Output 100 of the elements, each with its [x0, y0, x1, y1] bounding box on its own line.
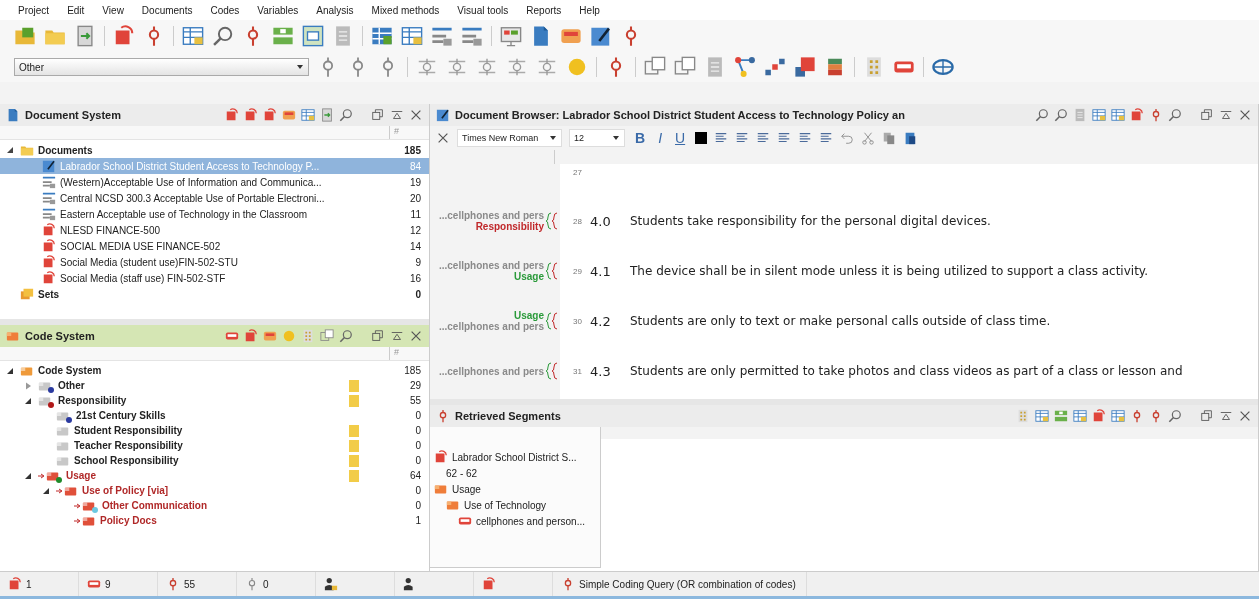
code-dropdown[interactable]: Other: [14, 58, 309, 76]
table-icon[interactable]: [1111, 409, 1125, 423]
list-icon[interactable]: [431, 25, 453, 47]
table-icon[interactable]: [301, 108, 315, 122]
tree-row[interactable]: Teacher Responsibility 0: [0, 438, 429, 453]
pin-icon[interactable]: [1219, 409, 1233, 423]
menu-item[interactable]: Analysis: [312, 4, 368, 16]
tree-row[interactable]: Central NCSD 300.3 Acceptable Use of Portable Electroni... 20: [0, 190, 429, 206]
search-icon[interactable]: [339, 329, 353, 343]
search-icon[interactable]: [339, 108, 353, 122]
expander-icon[interactable]: [6, 146, 14, 154]
align-icon[interactable]: [819, 131, 834, 145]
table-icon[interactable]: [1035, 409, 1049, 423]
menu-item[interactable]: Variables: [253, 4, 313, 16]
document-icon[interactable]: [1092, 409, 1106, 423]
edit-icon[interactable]: [590, 25, 612, 47]
tree-row[interactable]: Sets 0: [0, 286, 429, 302]
segment-label[interactable]: cellphones and person...: [476, 515, 585, 527]
coding-stripe-icon[interactable]: [546, 312, 560, 330]
segment-label[interactable]: Labrador School District S...: [452, 451, 577, 463]
code-label[interactable]: Responsibility: [475, 221, 544, 232]
table-icon[interactable]: [1073, 409, 1087, 423]
document-icon[interactable]: [244, 329, 258, 343]
table-icon[interactable]: [1111, 108, 1125, 122]
tree-row[interactable]: Code System 185: [0, 363, 429, 378]
globe-icon[interactable]: [932, 56, 954, 78]
tree-row[interactable]: Social Media (student use)FIN-502-STU 9: [0, 254, 429, 270]
close-icon[interactable]: [1238, 409, 1252, 423]
undo-icon[interactable]: [840, 131, 855, 145]
menu-item[interactable]: Help: [575, 4, 614, 16]
restore-icon[interactable]: [371, 329, 385, 343]
boxes-icon[interactable]: [644, 56, 666, 78]
import-icon[interactable]: [74, 25, 96, 47]
segment-label[interactable]: 62 - 62: [446, 467, 478, 479]
tree-row[interactable]: Social Media (staff use) FIN-502-STF 16: [0, 270, 429, 286]
tree-row[interactable]: Responsibility 55: [0, 393, 429, 408]
search-icon[interactable]: [1168, 409, 1182, 423]
menu-item[interactable]: Mixed methods: [367, 4, 454, 16]
list-icon[interactable]: [461, 25, 483, 47]
boxes-icon[interactable]: [674, 56, 696, 78]
import-icon[interactable]: [320, 108, 334, 122]
menu-item[interactable]: Codes: [206, 4, 254, 16]
search-icon[interactable]: [1035, 108, 1049, 122]
folder-plus-icon[interactable]: [14, 25, 36, 47]
tree-row[interactable]: 21st Century Skills 0: [0, 408, 429, 423]
panel-icon[interactable]: [272, 25, 294, 47]
monitor-icon[interactable]: [500, 25, 522, 47]
tree-row[interactable]: School Responsibility 0: [0, 453, 429, 468]
table-icon[interactable]: [371, 25, 393, 47]
align-icon[interactable]: [714, 131, 729, 145]
search-icon[interactable]: [1054, 108, 1068, 122]
search-icon[interactable]: [1168, 108, 1182, 122]
document-icon[interactable]: [244, 108, 258, 122]
tree-row[interactable]: Policy Docs 1: [0, 513, 429, 528]
close-icon[interactable]: [1238, 108, 1252, 122]
format-button[interactable]: B: [632, 130, 649, 146]
table-icon[interactable]: [401, 25, 423, 47]
tree-row[interactable]: NLESD FINANCE-500 12: [0, 222, 429, 238]
restore-icon[interactable]: [1200, 108, 1214, 122]
tree-row[interactable]: Use of Policy [via] 0: [0, 483, 429, 498]
pin-icon[interactable]: [390, 108, 404, 122]
document-icon[interactable]: [1130, 108, 1144, 122]
boxes-icon[interactable]: [320, 329, 334, 343]
close-icon[interactable]: [436, 131, 450, 145]
align-icon[interactable]: [756, 131, 771, 145]
node-icon[interactable]: [536, 56, 558, 78]
network-icon[interactable]: [734, 56, 756, 78]
align-icon[interactable]: [798, 131, 813, 145]
coding-stripe-icon[interactable]: [546, 262, 560, 280]
document-icon[interactable]: [113, 25, 135, 47]
node-icon[interactable]: [506, 56, 528, 78]
scissors-icon[interactable]: [861, 131, 876, 145]
tree-row[interactable]: SOCIAL MEDIA USE FINANCE-502 14: [0, 238, 429, 254]
coding-stripe-icon[interactable]: [546, 212, 560, 230]
pin-icon[interactable]: [390, 329, 404, 343]
tree-row[interactable]: Eastern Acceptable use of Technology in the Classroom 11: [0, 206, 429, 222]
pin-icon[interactable]: [1219, 108, 1233, 122]
menu-item[interactable]: Edit: [63, 4, 99, 16]
node-icon[interactable]: [416, 56, 438, 78]
squares-icon[interactable]: [764, 56, 786, 78]
node-icon[interactable]: [476, 56, 498, 78]
format-button[interactable]: I: [655, 130, 665, 146]
frame-icon[interactable]: [302, 25, 324, 47]
segment-label[interactable]: Usage: [452, 483, 481, 495]
table-icon[interactable]: [182, 25, 204, 47]
coding-stripe-icon[interactable]: [546, 362, 560, 380]
close-icon[interactable]: [409, 329, 423, 343]
copy-icon[interactable]: [882, 131, 897, 145]
color-swatch[interactable]: [695, 132, 708, 144]
node-icon[interactable]: [446, 56, 468, 78]
menu-item[interactable]: View: [98, 4, 138, 16]
tree-row[interactable]: (Western)Acceptable Use of Information and Communica... 19: [0, 174, 429, 190]
search-icon[interactable]: [212, 25, 234, 47]
align-icon[interactable]: [735, 131, 750, 145]
align-icon[interactable]: [777, 131, 792, 145]
font-dropdown[interactable]: Times New Roman: [457, 129, 562, 147]
close-icon[interactable]: [409, 108, 423, 122]
segment-label[interactable]: Use of Technology: [464, 499, 547, 511]
tree-row[interactable]: Student Responsibility 0: [0, 423, 429, 438]
paste-icon[interactable]: [903, 131, 918, 145]
